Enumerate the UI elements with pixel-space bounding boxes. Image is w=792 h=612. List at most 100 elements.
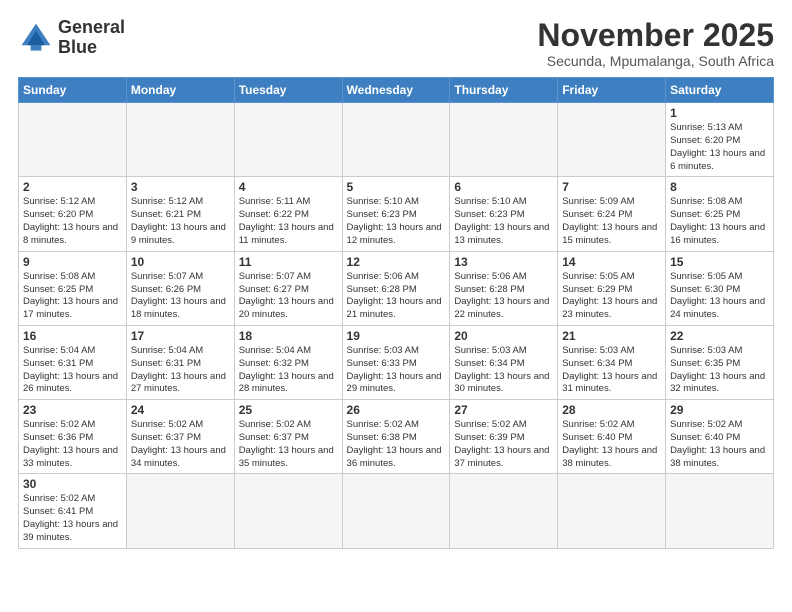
calendar-cell: 25Sunrise: 5:02 AM Sunset: 6:37 PM Dayli… <box>234 400 342 474</box>
header-saturday: Saturday <box>666 78 774 103</box>
day-number: 30 <box>23 477 122 491</box>
header: General Blue November 2025 Secunda, Mpum… <box>18 18 774 69</box>
calendar-cell <box>19 103 127 177</box>
day-info: Sunrise: 5:07 AM Sunset: 6:27 PM Dayligh… <box>239 271 338 322</box>
day-number: 23 <box>23 403 122 417</box>
calendar-cell <box>666 474 774 548</box>
calendar-cell: 4Sunrise: 5:11 AM Sunset: 6:22 PM Daylig… <box>234 177 342 251</box>
calendar-cell: 21 Sunrise: 5:03 AM Sunset: 6:34 PM Dayli… <box>558 325 666 399</box>
calendar-cell: 17 Sunrise: 5:04 AM Sunset: 6:31 PM Dayli… <box>126 325 234 399</box>
calendar-cell: 15 Sunrise: 5:05 AM Sunset: 6:30 PM Dayli… <box>666 251 774 325</box>
day-number: 11 <box>239 255 338 269</box>
day-info: Sunrise: 5:05 AM Sunset: 6:29 PM Dayligh… <box>562 271 661 322</box>
day-number: 10 <box>131 255 230 269</box>
calendar-cell: 22Sunrise: 5:03 AM Sunset: 6:35 PM Dayli… <box>666 325 774 399</box>
day-info: Sunrise: 5:04 AM Sunset: 6:32 PM Dayligh… <box>239 345 338 396</box>
calendar-cell: 27 Sunrise: 5:02 AM Sunset: 6:39 PM Dayli… <box>450 400 558 474</box>
day-info: Sunrise: 5:03 AM Sunset: 6:33 PM Dayligh… <box>347 345 446 396</box>
day-info: Sunrise: 5:08 AM Sunset: 6:25 PM Dayligh… <box>670 196 769 247</box>
day-info: Sunrise: 5:13 AM Sunset: 6:20 PM Dayligh… <box>670 122 769 173</box>
day-info: Sunrise: 5:07 AM Sunset: 6:26 PM Dayligh… <box>131 271 230 322</box>
header-wednesday: Wednesday <box>342 78 450 103</box>
calendar-week-row: 9 Sunrise: 5:08 AM Sunset: 6:25 PM Daylig… <box>19 251 774 325</box>
day-number: 9 <box>23 255 122 269</box>
day-info: Sunrise: 5:06 AM Sunset: 6:28 PM Dayligh… <box>347 271 446 322</box>
day-number: 18 <box>239 329 338 343</box>
calendar-cell <box>558 474 666 548</box>
day-number: 14 <box>562 255 661 269</box>
day-number: 13 <box>454 255 553 269</box>
calendar-cell: 14 Sunrise: 5:05 AM Sunset: 6:29 PM Dayli… <box>558 251 666 325</box>
day-number: 21 <box>562 329 661 343</box>
day-number: 7 <box>562 180 661 194</box>
day-info: Sunrise: 5:02 AM Sunset: 6:38 PM Dayligh… <box>347 419 446 470</box>
calendar-cell: 9 Sunrise: 5:08 AM Sunset: 6:25 PM Daylig… <box>19 251 127 325</box>
day-number: 29 <box>670 403 769 417</box>
calendar-cell: 5Sunrise: 5:10 AM Sunset: 6:23 PM Daylig… <box>342 177 450 251</box>
calendar-week-row: 16 Sunrise: 5:04 AM Sunset: 6:31 PM Dayli… <box>19 325 774 399</box>
day-info: Sunrise: 5:10 AM Sunset: 6:23 PM Dayligh… <box>347 196 446 247</box>
calendar-cell: 3Sunrise: 5:12 AM Sunset: 6:21 PM Daylig… <box>126 177 234 251</box>
day-info: Sunrise: 5:02 AM Sunset: 6:37 PM Dayligh… <box>131 419 230 470</box>
calendar-cell: 6Sunrise: 5:10 AM Sunset: 6:23 PM Daylig… <box>450 177 558 251</box>
day-info: Sunrise: 5:02 AM Sunset: 6:39 PM Dayligh… <box>454 419 553 470</box>
calendar-week-row: 1 Sunrise: 5:13 AM Sunset: 6:20 PM Daylig… <box>19 103 774 177</box>
header-sunday: Sunday <box>19 78 127 103</box>
title-area: November 2025 Secunda, Mpumalanga, South… <box>537 18 774 69</box>
day-info: Sunrise: 5:05 AM Sunset: 6:30 PM Dayligh… <box>670 271 769 322</box>
day-info: Sunrise: 5:03 AM Sunset: 6:34 PM Dayligh… <box>562 345 661 396</box>
calendar-cell: 10 Sunrise: 5:07 AM Sunset: 6:26 PM Dayli… <box>126 251 234 325</box>
header-tuesday: Tuesday <box>234 78 342 103</box>
calendar-cell: 28 Sunrise: 5:02 AM Sunset: 6:40 PM Dayli… <box>558 400 666 474</box>
day-number: 25 <box>239 403 338 417</box>
calendar-cell: 7 Sunrise: 5:09 AM Sunset: 6:24 PM Daylig… <box>558 177 666 251</box>
day-number: 15 <box>670 255 769 269</box>
calendar-cell <box>558 103 666 177</box>
day-number: 28 <box>562 403 661 417</box>
header-thursday: Thursday <box>450 78 558 103</box>
month-title: November 2025 <box>537 18 774 53</box>
calendar-header: Sunday Monday Tuesday Wednesday Thursday… <box>19 78 774 103</box>
day-number: 2 <box>23 180 122 194</box>
calendar-cell: 19 Sunrise: 5:03 AM Sunset: 6:33 PM Dayli… <box>342 325 450 399</box>
logo-line2: Blue <box>58 37 97 57</box>
day-number: 19 <box>347 329 446 343</box>
calendar-cell <box>450 474 558 548</box>
day-info: Sunrise: 5:04 AM Sunset: 6:31 PM Dayligh… <box>131 345 230 396</box>
day-info: Sunrise: 5:12 AM Sunset: 6:20 PM Dayligh… <box>23 196 122 247</box>
day-info: Sunrise: 5:02 AM Sunset: 6:40 PM Dayligh… <box>562 419 661 470</box>
calendar-cell <box>342 103 450 177</box>
logo-line1: General <box>58 17 125 37</box>
day-info: Sunrise: 5:09 AM Sunset: 6:24 PM Dayligh… <box>562 196 661 247</box>
day-number: 17 <box>131 329 230 343</box>
calendar-cell: 2 Sunrise: 5:12 AM Sunset: 6:20 PM Daylig… <box>19 177 127 251</box>
calendar-cell: 1 Sunrise: 5:13 AM Sunset: 6:20 PM Daylig… <box>666 103 774 177</box>
calendar-cell <box>234 474 342 548</box>
calendar-cell: 30 Sunrise: 5:02 AM Sunset: 6:41 PM Dayli… <box>19 474 127 548</box>
calendar-cell <box>342 474 450 548</box>
day-number: 6 <box>454 180 553 194</box>
calendar-cell: 18 Sunrise: 5:04 AM Sunset: 6:32 PM Dayli… <box>234 325 342 399</box>
calendar-body: 1 Sunrise: 5:13 AM Sunset: 6:20 PM Daylig… <box>19 103 774 549</box>
calendar-cell: 26 Sunrise: 5:02 AM Sunset: 6:38 PM Dayli… <box>342 400 450 474</box>
logo: General Blue <box>18 18 125 58</box>
calendar-week-row: 23Sunrise: 5:02 AM Sunset: 6:36 PM Dayli… <box>19 400 774 474</box>
day-number: 1 <box>670 106 769 120</box>
day-info: Sunrise: 5:02 AM Sunset: 6:40 PM Dayligh… <box>670 419 769 470</box>
day-info: Sunrise: 5:03 AM Sunset: 6:35 PM Dayligh… <box>670 345 769 396</box>
day-number: 12 <box>347 255 446 269</box>
day-info: Sunrise: 5:02 AM Sunset: 6:41 PM Dayligh… <box>23 493 122 544</box>
logo-icon <box>18 20 54 56</box>
day-number: 16 <box>23 329 122 343</box>
calendar-week-row: 30 Sunrise: 5:02 AM Sunset: 6:41 PM Dayli… <box>19 474 774 548</box>
day-number: 27 <box>454 403 553 417</box>
calendar-page: General Blue November 2025 Secunda, Mpum… <box>0 0 792 612</box>
day-info: Sunrise: 5:11 AM Sunset: 6:22 PM Dayligh… <box>239 196 338 247</box>
day-number: 24 <box>131 403 230 417</box>
calendar-cell <box>126 103 234 177</box>
day-info: Sunrise: 5:03 AM Sunset: 6:34 PM Dayligh… <box>454 345 553 396</box>
day-info: Sunrise: 5:08 AM Sunset: 6:25 PM Dayligh… <box>23 271 122 322</box>
calendar-week-row: 2 Sunrise: 5:12 AM Sunset: 6:20 PM Daylig… <box>19 177 774 251</box>
day-number: 26 <box>347 403 446 417</box>
calendar-cell: 23Sunrise: 5:02 AM Sunset: 6:36 PM Dayli… <box>19 400 127 474</box>
